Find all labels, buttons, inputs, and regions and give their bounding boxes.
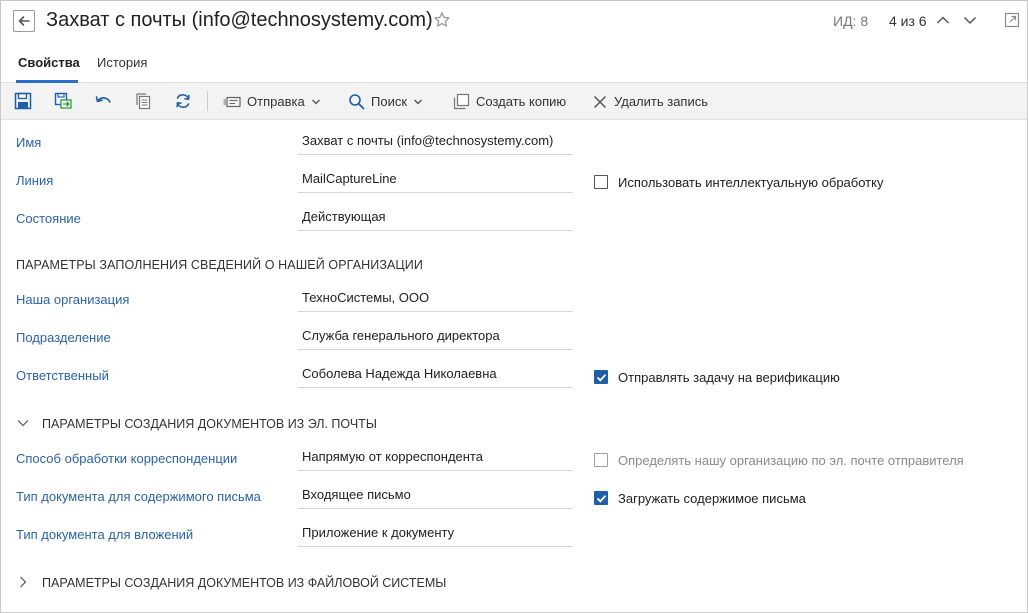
open-in-new-window-icon[interactable] [1004,12,1020,28]
expand-chevron-right-icon[interactable] [16,575,30,589]
search-menu-button[interactable]: Поиск [348,83,423,120]
checkbox-box [594,370,608,384]
name-label: Имя [16,135,42,150]
collapse-chevron-down-icon[interactable] [16,416,30,430]
checkbox-box [594,453,608,467]
attachments-doc-type-field[interactable]: Приложение к документу [298,523,573,547]
state-label: Состояние [16,211,81,226]
content-doc-type-label: Тип документа для содержимого письма [16,489,261,504]
delete-record-label: Удалить запись [614,94,709,109]
checkbox-box [594,175,608,189]
card-header: Захват с почты (info@technosystemy.com) … [1,1,1027,41]
toolbar-separator [207,91,208,111]
save-and-close-icon[interactable] [54,92,72,110]
line-field[interactable]: MailCaptureLine [298,169,573,193]
create-copy-label: Создать копию [476,94,567,109]
search-icon [349,94,365,110]
name-field[interactable]: Захват с почты (info@technosystemy.com) [298,131,573,155]
undo-icon[interactable] [94,92,112,110]
section-title-email-documents[interactable]: ПАРАМЕТРЫ СОЗДАНИЯ ДОКУМЕНТОВ ИЗ ЭЛ. ПОЧ… [42,417,377,431]
section-title-our-organization: ПАРАМЕТРЫ ЗАПОЛНЕНИЯ СВЕДЕНИЙ О НАШЕЙ ОР… [16,258,423,272]
checkmark-icon [596,494,606,503]
processing-method-field[interactable]: Напрямую от корреспондента [298,447,573,471]
favorite-star-icon[interactable] [433,11,451,29]
department-label: Подразделение [16,330,111,345]
arrow-left-icon [18,16,30,26]
department-field[interactable]: Служба генерального директора [298,326,573,350]
send-verification-checkbox[interactable]: Отправлять задачу на верификацию [594,369,840,385]
load-email-content-checkbox[interactable]: Загружать содержимое письма [594,490,806,506]
page-title: Захват с почты (info@technosystemy.com) [46,9,433,31]
send-menu-button[interactable]: Отправка [223,83,321,120]
tab-bar: Свойства История [1,41,1027,83]
send-menu-label: Отправка [247,94,305,109]
delete-record-button[interactable]: Удалить запись [592,83,708,120]
create-copy-button[interactable]: Создать копию [453,83,566,120]
our-organization-field[interactable]: ТехноСистемы, ООО [298,288,573,312]
record-id: ИД: 8 [833,13,869,29]
intelligent-processing-label: Использовать интеллектуальную обработку [618,174,884,190]
intelligent-processing-checkbox[interactable]: Использовать интеллектуальную обработку [594,174,883,190]
record-card-window: Захват с почты (info@technosystemy.com) … [0,0,1028,613]
our-organization-label: Наша организация [16,292,130,307]
responsible-label: Ответственный [16,368,109,383]
state-field[interactable]: Действующая [298,207,573,231]
content-doc-type-field[interactable]: Входящее письмо [298,485,573,509]
checkbox-box [594,491,608,505]
duplicate-icon [453,93,470,110]
copy-icon[interactable] [134,92,152,110]
previous-record-chevron-up-icon[interactable] [935,12,951,28]
section-title-filesystem-documents[interactable]: ПАРАМЕТРЫ СОЗДАНИЯ ДОКУМЕНТОВ ИЗ ФАЙЛОВО… [42,576,446,590]
close-icon [593,95,607,108]
record-position: 4 из 6 [889,13,927,29]
tab-history[interactable]: История [97,55,147,70]
chevron-down-icon [311,99,320,104]
toolbar: Отправка Поиск Создать копию Удалить зап… [1,83,1027,120]
back-button[interactable] [13,10,35,32]
line-label: Линия [16,173,54,188]
detect-organization-checkbox[interactable]: Определять нашу организацию по эл. почте… [594,452,964,468]
send-icon [223,96,241,107]
attachments-doc-type-label: Тип документа для вложений [16,527,194,542]
processing-method-label: Способ обработки корреспонденции [16,451,238,466]
refresh-icon[interactable] [174,92,192,110]
load-email-content-label: Загружать содержимое письма [618,490,806,506]
detect-organization-label: Определять нашу организацию по эл. почте… [618,452,964,468]
next-record-chevron-down-icon[interactable] [962,12,978,28]
responsible-field[interactable]: Соболева Надежда Николаевна [298,364,573,388]
chevron-down-icon [414,99,423,104]
checkmark-icon [596,373,606,382]
save-icon[interactable] [14,92,32,110]
search-menu-label: Поиск [371,94,408,109]
tab-properties[interactable]: Свойства [18,55,80,70]
send-verification-label: Отправлять задачу на верификацию [618,369,840,385]
